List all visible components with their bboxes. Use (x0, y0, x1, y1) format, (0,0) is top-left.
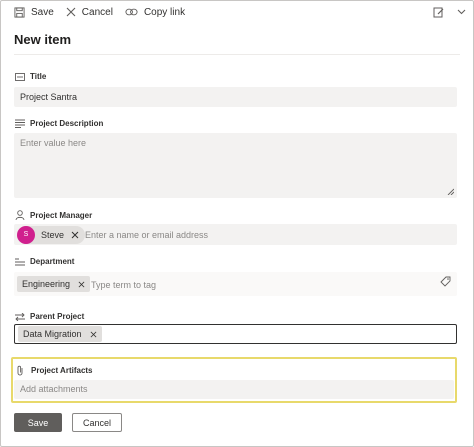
link-icon (125, 8, 138, 16)
text-field-icon (15, 72, 27, 81)
multiline-text-icon (15, 119, 27, 128)
person-chip[interactable]: S Steve (17, 225, 86, 244)
managed-metadata-icon (15, 258, 27, 266)
manager-field[interactable]: S Steve Enter a name or email address (14, 224, 457, 245)
lookup-icon (15, 312, 27, 321)
title-field[interactable]: Project Santra (14, 87, 457, 107)
parent-label: Parent Project (15, 312, 84, 321)
title-label: Title (15, 72, 46, 81)
manager-placeholder: Enter a name or email address (85, 230, 209, 240)
department-tag-label: Engineering (22, 279, 71, 289)
copy-link-command[interactable]: Copy link (125, 0, 185, 24)
manager-label: Project Manager (15, 210, 92, 220)
parent-field[interactable]: Data Migration (14, 324, 457, 344)
command-bar: Save Cancel Copy link (0, 0, 474, 24)
title-label-text: Title (30, 72, 47, 81)
cancel-command-label: Cancel (81, 6, 113, 18)
save-icon (14, 6, 25, 18)
department-label-text: Department (30, 257, 75, 266)
description-field[interactable]: Enter value here (14, 133, 457, 198)
description-label: Project Description (15, 119, 103, 128)
close-icon (66, 7, 76, 17)
attachment-icon (16, 365, 28, 376)
attachments-field[interactable]: Add attachments (14, 380, 454, 399)
department-field[interactable]: Engineering Type term to tag (14, 272, 457, 296)
parent-tag[interactable]: Data Migration (18, 326, 102, 342)
chevron-down-icon[interactable] (457, 9, 466, 15)
parent-label-text: Parent Project (30, 312, 85, 321)
page-title: New item (14, 32, 72, 47)
tag-icon[interactable] (440, 276, 451, 287)
person-name: Steve (41, 229, 65, 240)
resize-handle-icon[interactable] (447, 188, 454, 195)
title-value: Project Santra (20, 92, 78, 102)
remove-person-icon[interactable] (71, 231, 79, 239)
parent-tag-label: Data Migration (23, 329, 82, 339)
manager-label-text: Project Manager (30, 210, 93, 220)
edit-form-icon[interactable] (433, 7, 445, 18)
description-label-text: Project Description (30, 119, 104, 128)
cancel-button[interactable]: Cancel (72, 413, 122, 432)
remove-parent-icon[interactable] (90, 331, 97, 338)
description-placeholder: Enter value here (20, 138, 87, 148)
save-command-label: Save (31, 6, 54, 18)
title-divider (14, 54, 460, 55)
artifacts-label: Project Artifacts (16, 365, 93, 376)
toolbar-right (421, 0, 466, 24)
attachments-placeholder: Add attachments (20, 384, 88, 394)
department-tag[interactable]: Engineering (17, 276, 91, 292)
department-placeholder: Type term to tag (91, 280, 157, 290)
department-label: Department (15, 257, 74, 266)
person-icon (15, 210, 27, 220)
remove-tag-icon[interactable] (78, 281, 85, 288)
save-command[interactable]: Save (14, 0, 54, 24)
artifacts-label-text: Project Artifacts (31, 366, 93, 375)
copy-link-label: Copy link (143, 6, 186, 18)
save-button[interactable]: Save (14, 413, 62, 432)
avatar: S (17, 225, 35, 244)
cancel-command[interactable]: Cancel (66, 0, 113, 24)
